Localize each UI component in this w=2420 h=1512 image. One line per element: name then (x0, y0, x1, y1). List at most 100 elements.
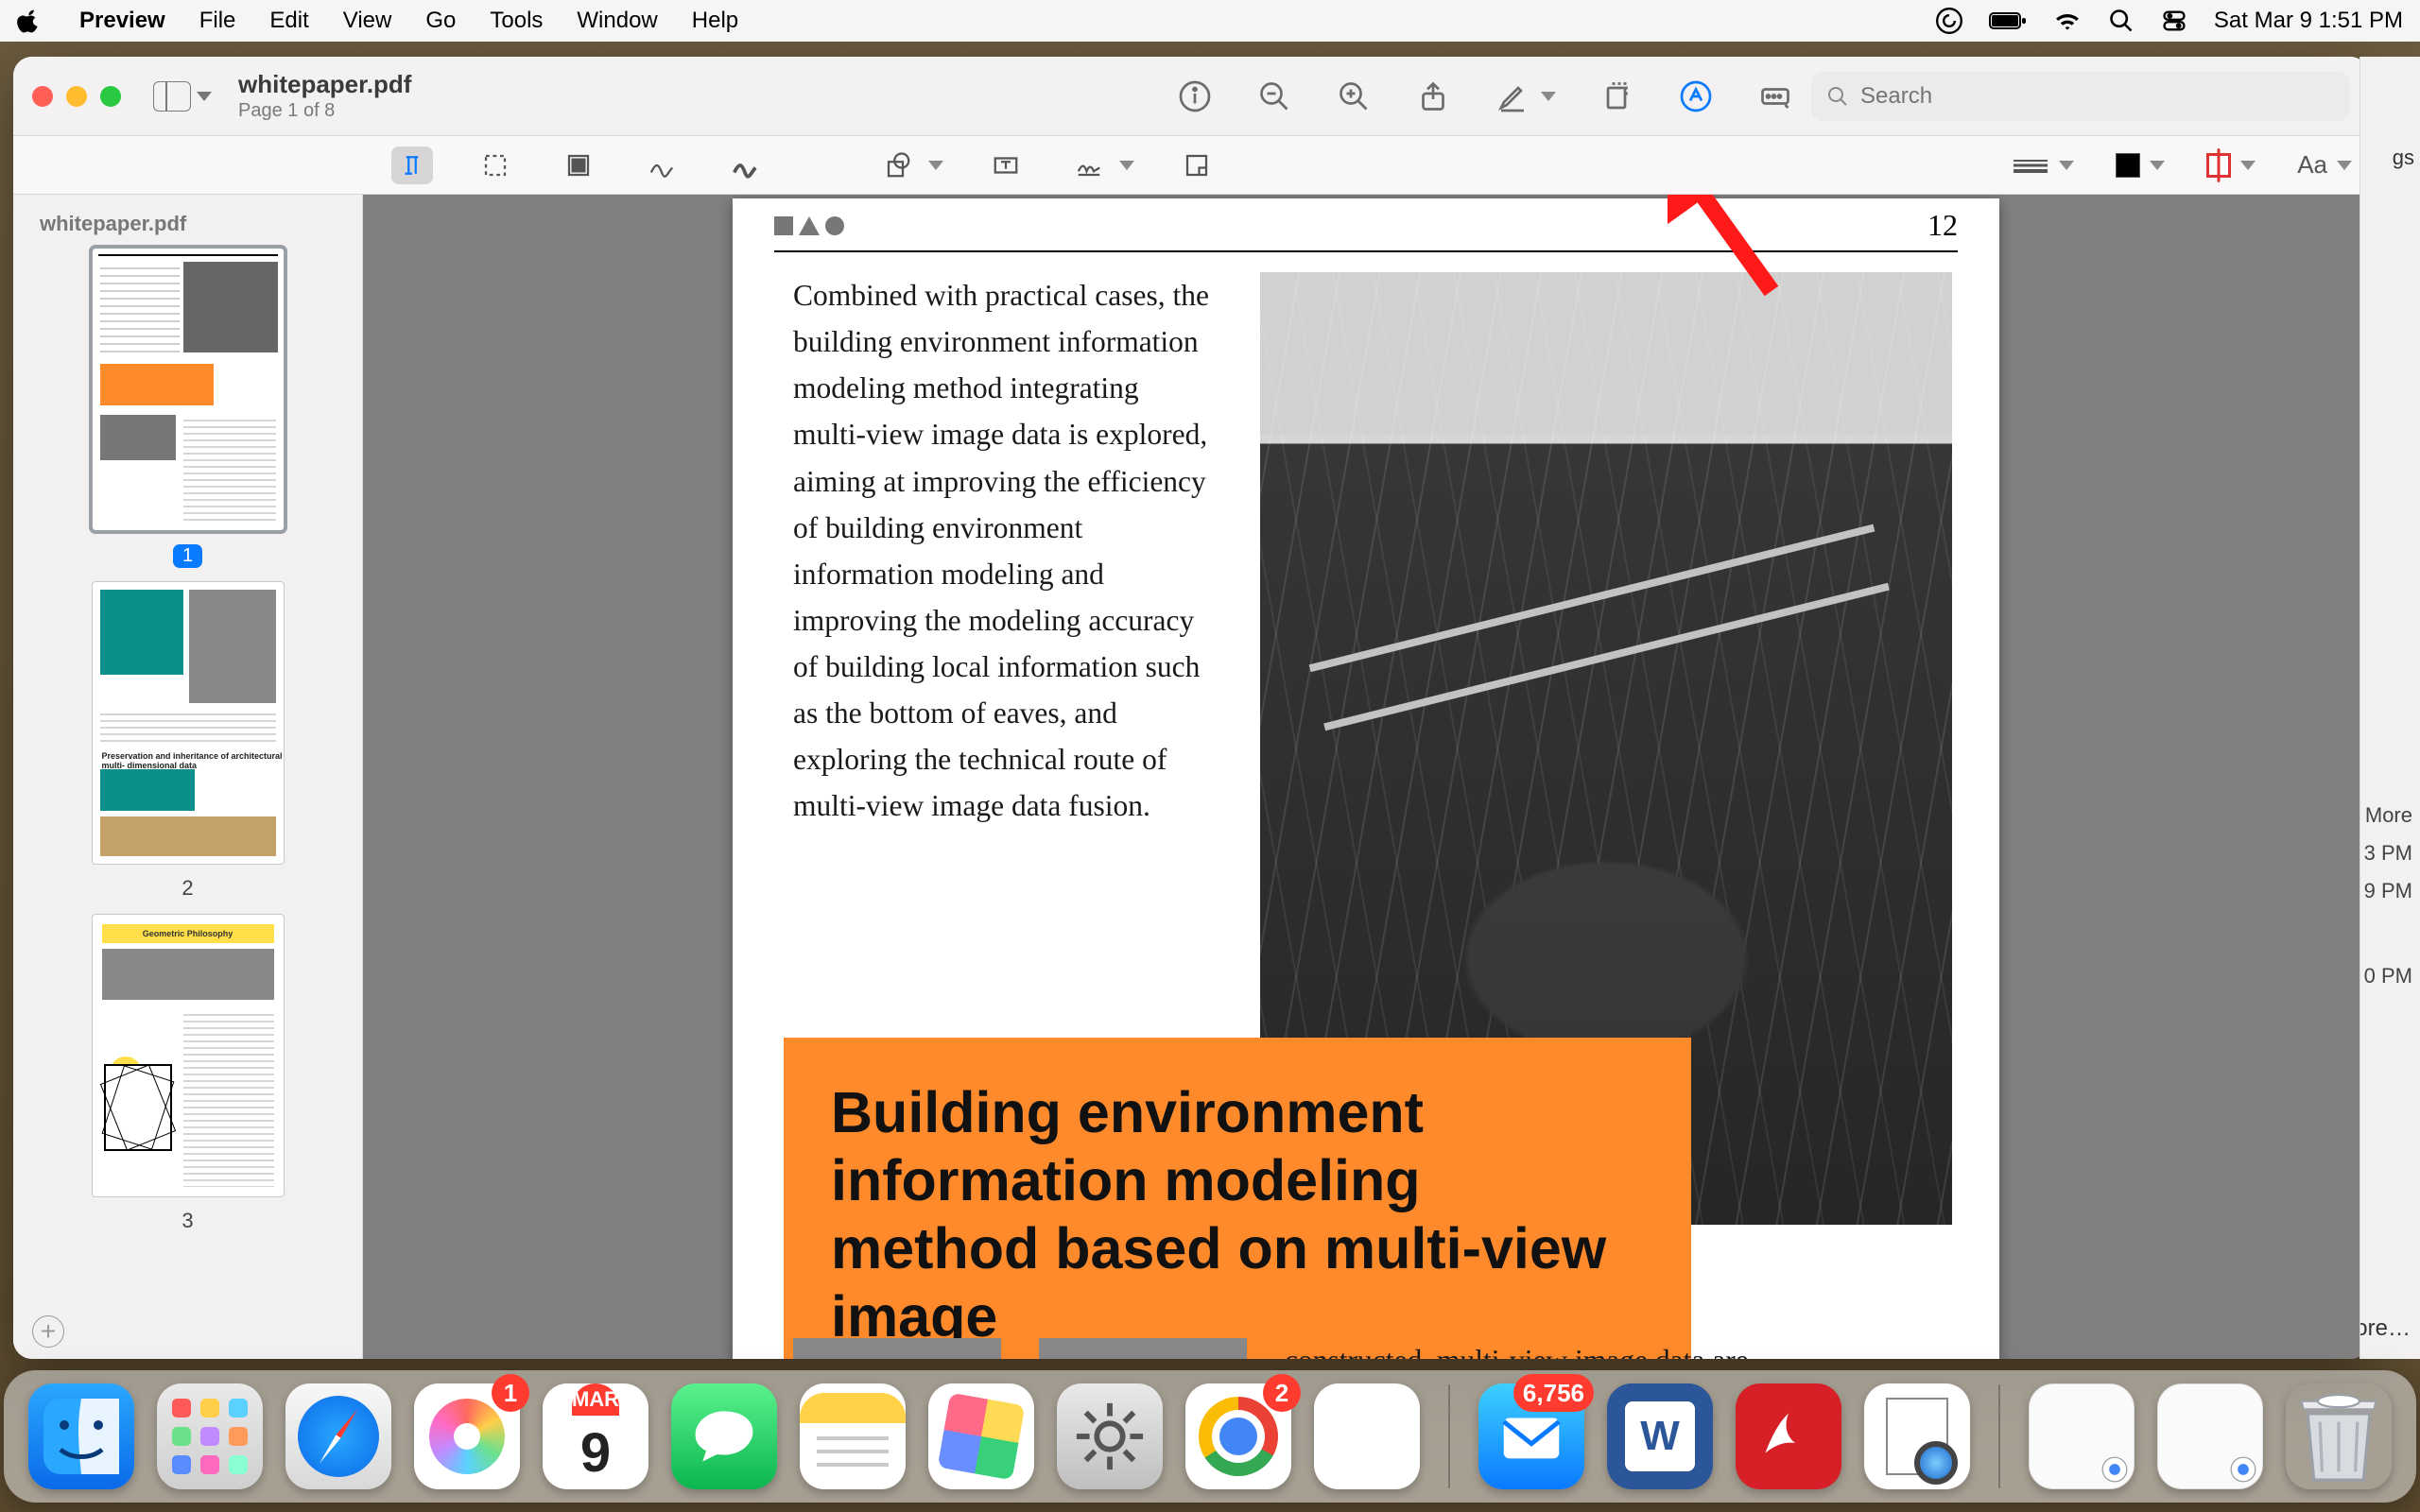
headline-text: Building environment information modelin… (831, 1079, 1644, 1351)
zoom-label: zoom (1313, 1413, 1422, 1460)
border-style-menu[interactable] (2012, 157, 2074, 174)
chevron-down-icon (1541, 92, 1556, 101)
menu-go[interactable]: Go (408, 8, 473, 34)
battery-icon[interactable] (1989, 10, 2027, 31)
secondary-photo-2 (1039, 1338, 1247, 1359)
dock-mail[interactable]: 6,756 (1478, 1383, 1584, 1489)
stroke-swatch (2206, 153, 2231, 178)
markup-toggle-button[interactable] (1677, 77, 1715, 115)
truncated-row: 9 PM (2364, 879, 2412, 903)
menu-help[interactable]: Help (675, 8, 755, 34)
dock-word[interactable]: W (1607, 1383, 1713, 1489)
search-icon (1826, 85, 1849, 108)
dock-minimized-window-2[interactable] (2157, 1383, 2263, 1489)
grammarly-icon[interactable] (1936, 8, 1962, 34)
draw-tool[interactable] (724, 146, 766, 184)
dock-trash[interactable] (2286, 1383, 2392, 1489)
apple-menu-icon[interactable] (17, 9, 42, 33)
preview-window: whitepaper.pdf Page 1 of 8 (13, 57, 2369, 1359)
highlight-icon (1494, 77, 1531, 115)
menu-window[interactable]: Window (560, 8, 674, 34)
truncated-tab: gs (2393, 146, 2414, 170)
window-minimize-button[interactable] (66, 86, 87, 107)
traffic-lights (32, 86, 121, 107)
macos-menubar: Preview File Edit View Go Tools Window H… (0, 0, 2420, 42)
thumbnail-number: 1 (173, 544, 202, 568)
sign-menu[interactable] (1068, 146, 1134, 184)
dock-launchpad[interactable] (157, 1383, 263, 1489)
note-tool[interactable] (1176, 146, 1218, 184)
dock-acrobat[interactable] (1736, 1383, 1841, 1489)
dock-minimized-window-1[interactable] (2029, 1383, 2135, 1489)
share-button[interactable] (1414, 77, 1452, 115)
dock-zoom[interactable]: zoom (1314, 1383, 1420, 1489)
dock-preview[interactable] (1864, 1383, 1970, 1489)
window-titlebar: whitepaper.pdf Page 1 of 8 (13, 57, 2369, 136)
wifi-icon[interactable] (2053, 9, 2082, 32)
fill-color-menu[interactable] (2116, 153, 2165, 178)
control-center-icon[interactable] (2161, 8, 2187, 34)
headline-callout: Building environment information modelin… (784, 1038, 1691, 1359)
markup-toolbar: Aa (13, 136, 2369, 195)
zoom-out-button[interactable] (1255, 77, 1293, 115)
document-title-block: whitepaper.pdf Page 1 of 8 (238, 71, 411, 121)
footer-more[interactable]: More… (2360, 1315, 2411, 1342)
menu-file[interactable]: File (182, 8, 253, 34)
text-box-tool[interactable] (985, 146, 1027, 184)
add-page-button[interactable]: + (32, 1315, 64, 1348)
thumbnail-sidebar: whitepaper.pdf 1 Preservation and inheri… (13, 195, 363, 1359)
truncated-row: 0 PM (2364, 964, 2412, 988)
dock-notes[interactable] (800, 1383, 906, 1489)
rotate-button[interactable] (1598, 77, 1635, 115)
chevron-down-icon (2150, 161, 2165, 170)
dock-separator (1998, 1384, 2000, 1488)
text-style-menu[interactable]: Aa (2297, 150, 2352, 180)
thumbnail-page-1[interactable]: 1 (92, 248, 285, 568)
header-shapes-icon (774, 216, 844, 235)
redact-tool[interactable] (558, 146, 599, 184)
dock-photos[interactable]: 1 (414, 1383, 520, 1489)
thumbnail-page-3[interactable]: Geometric Philosophy 3 (92, 914, 285, 1233)
cal-day: 9 (580, 1416, 611, 1489)
app-menu[interactable]: Preview (62, 8, 182, 34)
menubar-clock[interactable]: Sat Mar 9 1:51 PM (2214, 8, 2403, 34)
sketch-tool[interactable] (641, 146, 683, 184)
shapes-menu[interactable] (877, 146, 943, 184)
cal-month: MAR (572, 1383, 619, 1416)
window-close-button[interactable] (32, 86, 53, 107)
document-filename: whitepaper.pdf (238, 71, 411, 98)
menu-edit[interactable]: Edit (252, 8, 325, 34)
chevron-down-icon (197, 92, 212, 101)
zoom-in-button[interactable] (1335, 77, 1373, 115)
running-page-number: 12 (1927, 208, 1958, 243)
truncated-row: 3 PM (2364, 841, 2412, 866)
page-view: 12 Combined with practical cases, the bu… (733, 198, 1999, 1359)
text-selection-tool[interactable] (391, 146, 433, 184)
document-canvas[interactable]: 12 Combined with practical cases, the bu… (363, 195, 2369, 1359)
window-zoom-button[interactable] (100, 86, 121, 107)
dock-safari[interactable] (285, 1383, 391, 1489)
dock-finder[interactable] (28, 1383, 134, 1489)
badge: 1 (492, 1374, 529, 1412)
inspector-button[interactable] (1176, 77, 1214, 115)
search-input[interactable] (1860, 83, 2335, 110)
sidebar-toggle-icon (153, 81, 191, 112)
signature-icon (1068, 146, 1110, 184)
truncated-row: More (2365, 803, 2412, 828)
highlight-menu[interactable] (1494, 77, 1556, 115)
form-fill-button[interactable] (1756, 77, 1794, 115)
dock-calendar[interactable]: MAR9 (543, 1383, 648, 1489)
dock-freeform[interactable] (928, 1383, 1034, 1489)
dock-system-settings[interactable] (1057, 1383, 1163, 1489)
menu-view[interactable]: View (326, 8, 409, 34)
sidebar-view-menu[interactable] (153, 81, 212, 112)
dock-chrome[interactable]: 2 (1185, 1383, 1291, 1489)
search-field[interactable] (1811, 72, 2350, 121)
menu-tools[interactable]: Tools (473, 8, 560, 34)
rect-selection-tool[interactable] (475, 146, 516, 184)
dock-messages[interactable] (671, 1383, 777, 1489)
macos-dock: 1 MAR9 2 zoom 6,756 W (4, 1370, 2416, 1503)
thumbnail-page-2[interactable]: Preservation and inheritance of architec… (92, 581, 285, 901)
stroke-color-menu[interactable] (2206, 153, 2256, 178)
spotlight-icon[interactable] (2108, 8, 2135, 34)
